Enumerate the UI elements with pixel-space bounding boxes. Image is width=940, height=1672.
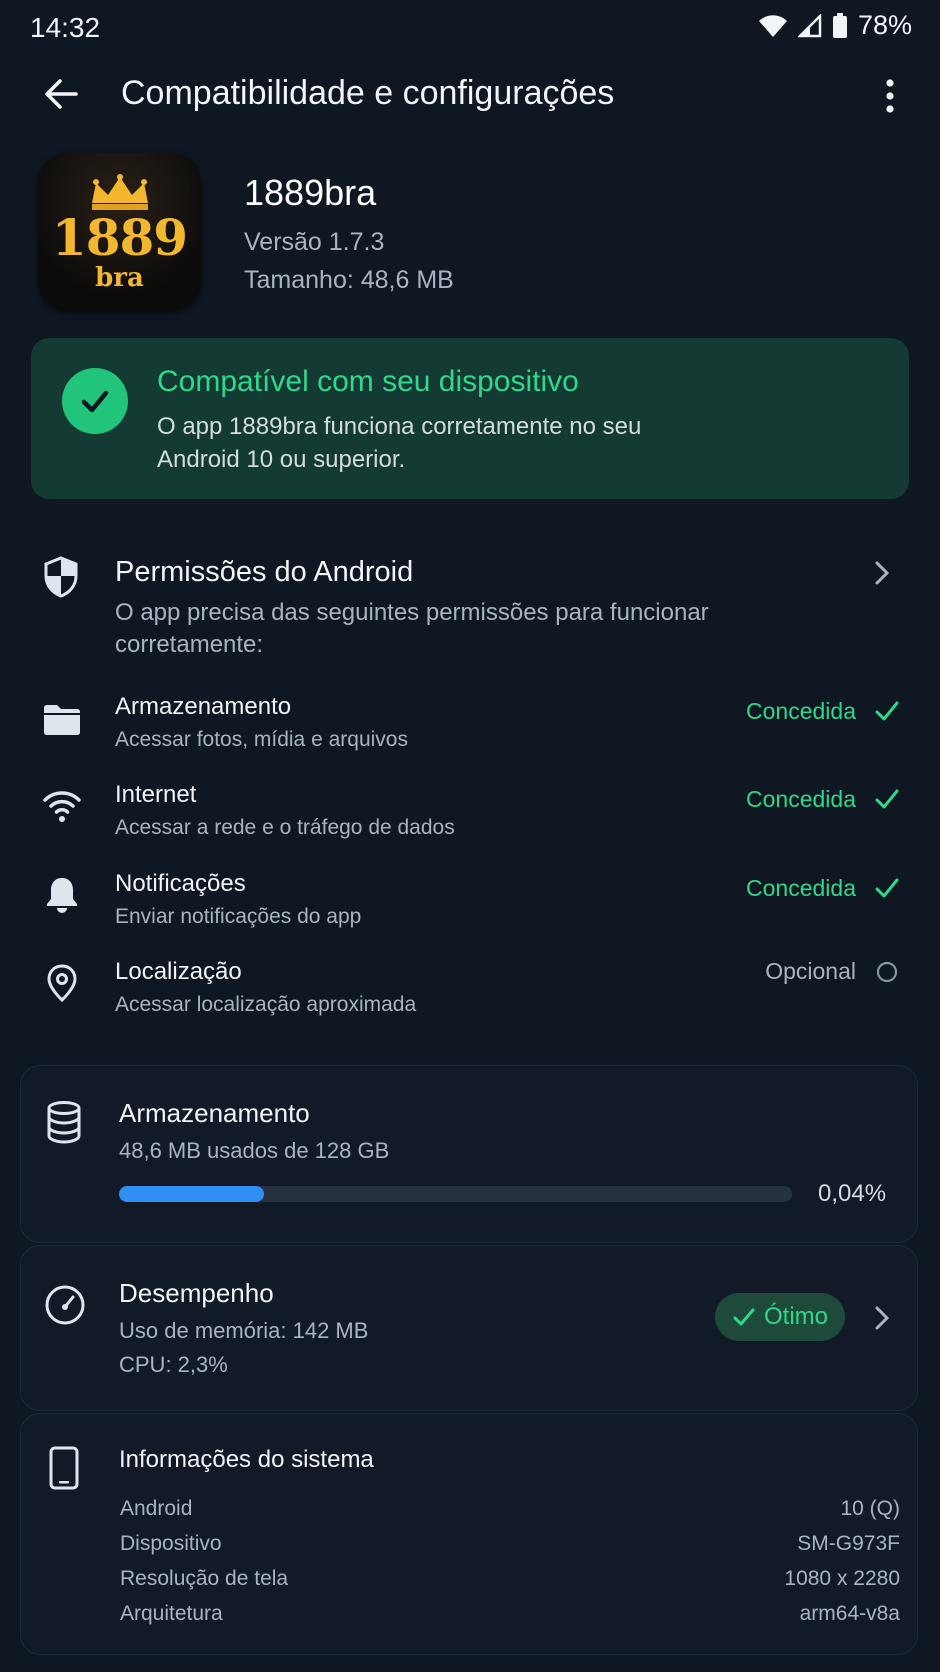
compatibility-line-2: Android 10 ou superior. [157, 446, 406, 473]
signal-icon [797, 13, 822, 37]
battery-icon [832, 12, 847, 38]
permissions-title[interactable]: Permissões do Android [115, 556, 413, 589]
optional-circle-icon [876, 961, 898, 983]
permissions-desc-line-1: O app precisa das seguintes permissões p… [115, 599, 709, 626]
permission-sub: Acessar localização aproximada [115, 993, 417, 1016]
permissions-desc-line-2: corretamente: [115, 631, 264, 658]
app-icon-number: 1889 [51, 208, 188, 267]
chevron-right-icon[interactable] [874, 1305, 890, 1331]
system-info-key: Resolução de tela [120, 1567, 289, 1590]
storage-progress-fill [119, 1186, 264, 1202]
wifi-icon [43, 791, 81, 822]
system-info-title: Informações do sistema [119, 1446, 374, 1473]
chevron-right-icon[interactable] [874, 560, 890, 586]
app-version: Versão 1.7.3 [244, 228, 385, 256]
permissions-description: O app precisa das seguintes permissões p… [115, 597, 755, 661]
system-info-value: SM-G973F [797, 1532, 900, 1555]
performance-badge-label: Ótimo [763, 1303, 828, 1330]
check-icon [875, 701, 899, 721]
system-info-value: 10 (Q) [840, 1497, 900, 1520]
permission-sub: Acessar fotos, mídia e arquivos [115, 728, 408, 751]
performance-cpu: CPU: 2,3% [119, 1352, 228, 1377]
permission-sub: Acessar a rede e o tráfego de dados [115, 816, 455, 839]
bell-icon [47, 878, 77, 913]
app-icon-sub: bra [95, 263, 144, 293]
app-icon: 1889 bra [38, 153, 201, 311]
permission-sub: Enviar notificações do app [115, 905, 362, 928]
permission-name: Notificações [115, 870, 246, 897]
page-title: Compatibilidade e configurações [121, 74, 615, 112]
compatibility-line-1: O app 1889bra funciona corretamente no s… [157, 413, 642, 440]
status-icons: 78% [758, 10, 912, 41]
check-icon [875, 878, 899, 898]
permission-name: Armazenamento [115, 693, 292, 720]
status-time: 14:32 [30, 12, 101, 43]
crown-icon [91, 174, 148, 210]
system-info-key: Dispositivo [120, 1532, 222, 1555]
system-info-key: Android [120, 1497, 193, 1520]
system-info-value: arm64-v8a [799, 1602, 900, 1625]
permission-status: Concedida [746, 786, 856, 812]
permission-status: Concedida [746, 875, 856, 901]
storage-percent: 0,04% [818, 1180, 887, 1207]
back-arrow-icon[interactable] [40, 72, 84, 116]
check-circle-icon [62, 368, 128, 434]
database-icon [47, 1101, 81, 1144]
location-icon [47, 964, 77, 1003]
app-name: 1889bra [244, 172, 377, 213]
more-options-icon[interactable] [880, 74, 900, 118]
compatibility-description: O app 1889bra funciona corretamente no s… [157, 410, 717, 476]
shield-icon [44, 556, 78, 598]
app-size: Tamanho: 48,6 MB [244, 266, 454, 294]
battery-percent: 78% [857, 10, 912, 40]
storage-usage: 48,6 MB usados de 128 GB [119, 1138, 390, 1163]
folder-icon [44, 705, 80, 735]
performance-memory: Uso de memória: 142 MB [119, 1318, 369, 1343]
permission-name: Internet [115, 781, 197, 808]
permission-status: Concedida [746, 698, 856, 724]
performance-title: Desempenho [119, 1278, 274, 1308]
storage-title: Armazenamento [119, 1098, 310, 1128]
smartphone-icon [49, 1446, 79, 1490]
check-icon [733, 1308, 755, 1326]
check-icon [875, 789, 899, 809]
compatibility-title: Compatível com seu dispositivo [157, 365, 579, 398]
system-info-key: Arquitetura [120, 1602, 223, 1625]
system-info-value: 1080 x 2280 [784, 1567, 900, 1590]
wifi-status-icon [758, 14, 787, 37]
permission-name: Localização [115, 958, 242, 985]
permission-status: Opcional [765, 958, 856, 984]
performance-status-badge: Ótimo [715, 1293, 845, 1341]
speedometer-icon [45, 1285, 85, 1325]
